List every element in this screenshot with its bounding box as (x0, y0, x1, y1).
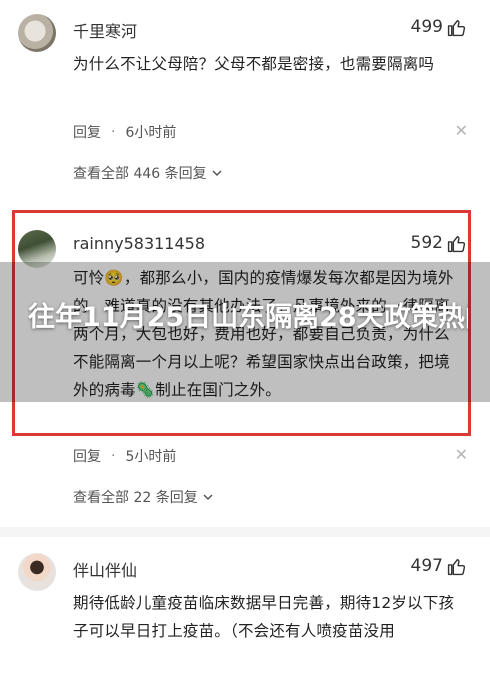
view-replies-link[interactable]: 查看全部 446 条回复 (73, 163, 223, 183)
chevron-down-icon (203, 494, 213, 501)
meta-separator: · (111, 448, 116, 464)
comment-time: 6小时前 (125, 125, 177, 141)
close-icon[interactable]: ✕ (455, 445, 468, 464)
comment-time: 5小时前 (125, 449, 177, 465)
close-icon[interactable]: ✕ (455, 121, 468, 140)
avatar[interactable] (18, 14, 56, 52)
comment-text: 期待低龄儿童疫苗临床数据早日完善，期待12岁以下孩子可以早日打上疫苗。（不会还有… (73, 594, 455, 640)
comment-text: 为什么不让父母陪？父母不都是密接，也需要隔离吗 (73, 55, 435, 73)
view-replies-label: 查看全部 22 条回复 (73, 490, 198, 506)
like-button[interactable]: 499 (411, 17, 466, 37)
like-button[interactable]: 497 (411, 556, 466, 576)
comment-meta: 回复 · 6小时前 (73, 122, 176, 142)
divider (0, 527, 490, 537)
banner-title: 往年11月25日山东隔离28天政策热门，隔离不隔心，山东 (28, 302, 468, 333)
view-replies-link[interactable]: 查看全部 22 条回复 (73, 487, 214, 507)
like-count: 499 (410, 17, 443, 37)
reply-button[interactable]: 回复 (73, 122, 101, 142)
thumbs-up-icon (447, 19, 466, 36)
view-replies-label: 查看全部 446 条回复 (73, 166, 207, 182)
thumbs-up-icon (447, 558, 466, 575)
reply-button[interactable]: 回复 (73, 446, 101, 466)
comment-username[interactable]: 伴山伴仙 (73, 557, 137, 581)
chevron-down-icon (212, 170, 222, 177)
like-count: 497 (410, 556, 443, 576)
meta-separator: · (111, 124, 116, 140)
comment-username[interactable]: 千里寒河 (73, 18, 137, 42)
comment-meta: 回复 · 5小时前 (73, 446, 176, 466)
avatar[interactable] (18, 553, 56, 591)
